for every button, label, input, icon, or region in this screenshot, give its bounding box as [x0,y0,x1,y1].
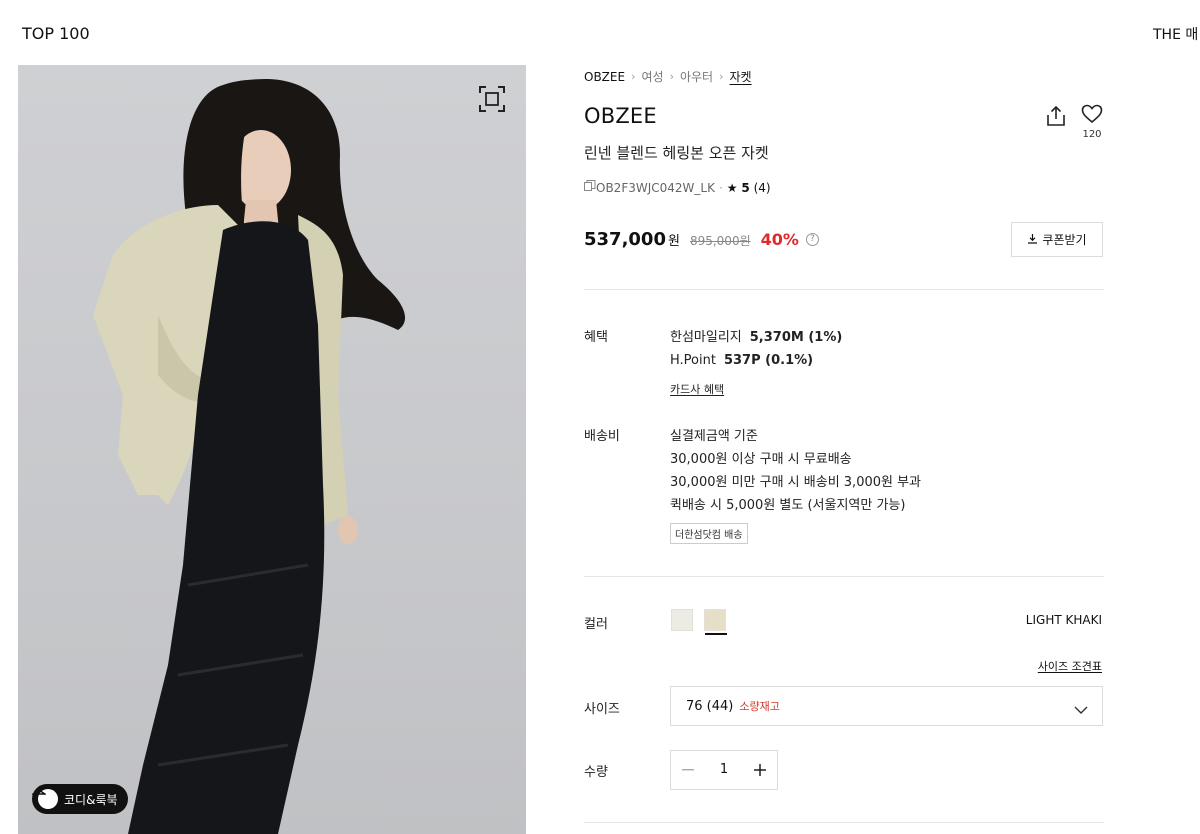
shipping-line: 실결제금액 기준 [670,429,758,444]
mileage-value: 5,370M (1%) [749,330,843,345]
top-navigation: TOP 100 THE 매 [0,0,1200,64]
hpoint-row: H.Point 537P (0.1%) [670,353,813,368]
product-name: 린넨 블렌드 헤링본 오픈 자켓 [584,144,769,162]
hpoint-value: 537P (0.1%) [723,353,814,368]
sale-price: 537,000 [584,229,666,250]
like-button[interactable]: 120 [1078,104,1106,140]
coordi-label: 코디&룩북 [64,792,118,807]
size-chart-link[interactable]: 사이즈 조견표 [1038,658,1102,674]
size-value: 76 (44) 소량재고 [686,698,780,714]
mileage-row: 한섬마일리지 5,370M (1%) [670,326,842,345]
breadcrumb-brand[interactable]: OBZEE [584,70,625,84]
hanger-icon [32,785,58,809]
product-image[interactable]: 코디&룩북 [18,65,526,834]
coupon-label: 쿠폰받기 [1042,233,1087,247]
shipping-tag: 더한섬닷컴 배송 [670,523,748,544]
chevron-right-icon: › [719,70,724,83]
shipping-line: 30,000원 이상 구매 시 무료배송 [670,452,852,467]
heart-icon [1081,104,1103,128]
coordi-lookbook-button[interactable]: 코디&룩북 [32,784,128,814]
product-code: OB2F3WJC042W_LK [596,180,715,195]
expand-icon[interactable] [478,85,506,113]
code-separator: · [718,180,723,195]
hpoint-name: H.Point [670,353,716,368]
chevron-down-icon [1074,700,1088,719]
divider [584,822,1104,823]
color-swatch-1[interactable] [671,609,693,631]
original-price: 895,000원 [689,234,751,248]
price-line: 537,000 원 895,000원 40% ? [584,229,819,250]
nav-brand-link[interactable]: THE 매 [1153,24,1198,44]
breadcrumb-women[interactable]: 여성 [641,68,663,85]
benefits-label: 혜택 [584,330,608,345]
rating[interactable]: ★ 5 (4) [727,181,771,195]
selected-color-name: LIGHT KHAKI [1025,613,1102,627]
plus-icon[interactable] [743,751,777,789]
chevron-right-icon: › [669,70,674,83]
shipping-label: 배송비 [584,429,620,444]
nav-top100-link[interactable]: TOP 100 [22,24,90,43]
stock-note: 소량재고 [739,700,780,713]
product-code-line: OB2F3WJC042W_LK · ★ 5 (4) [584,180,771,195]
quantity-value[interactable]: 1 [705,751,743,789]
model-illustration [93,79,406,834]
copy-icon[interactable] [584,180,596,195]
quantity-stepper: 1 [670,750,778,790]
breadcrumb-jacket[interactable]: 자켓 [730,68,752,85]
mileage-name: 한섬마일리지 [670,330,742,345]
chevron-right-icon: › [631,70,636,83]
size-select[interactable]: 76 (44) 소량재고 [670,686,1103,726]
share-icon[interactable] [1044,104,1068,128]
divider [584,289,1104,290]
download-icon [1027,233,1038,247]
brand-name[interactable]: OBZEE [584,104,657,128]
currency-unit: 원 [667,234,680,249]
card-benefit-link[interactable]: 카드사 혜택 [670,381,724,397]
color-swatch-2[interactable] [704,609,727,635]
size-selected: 76 (44) [686,699,734,714]
help-icon[interactable]: ? [805,233,819,246]
color-label: 컬러 [584,617,608,632]
divider [584,576,1104,577]
quantity-label: 수량 [584,765,608,780]
discount-rate: 40% [760,230,799,249]
breadcrumb-outer[interactable]: 아우터 [680,68,713,85]
minus-icon[interactable] [671,751,705,789]
breadcrumb: OBZEE › 여성 › 아우터 › 자켓 [584,68,752,85]
rating-score: 5 [741,180,750,195]
shipping-line: 30,000원 미만 구매 시 배송비 3,000원 부과 [670,475,922,490]
coupon-button[interactable]: 쿠폰받기 [1011,222,1103,257]
shipping-line: 퀵배송 시 5,000원 별도 (서울지역만 가능) [670,498,906,513]
size-label: 사이즈 [584,702,620,717]
review-count: (4) [753,180,771,195]
star-icon: ★ [726,180,738,195]
like-count: 120 [1082,129,1102,140]
